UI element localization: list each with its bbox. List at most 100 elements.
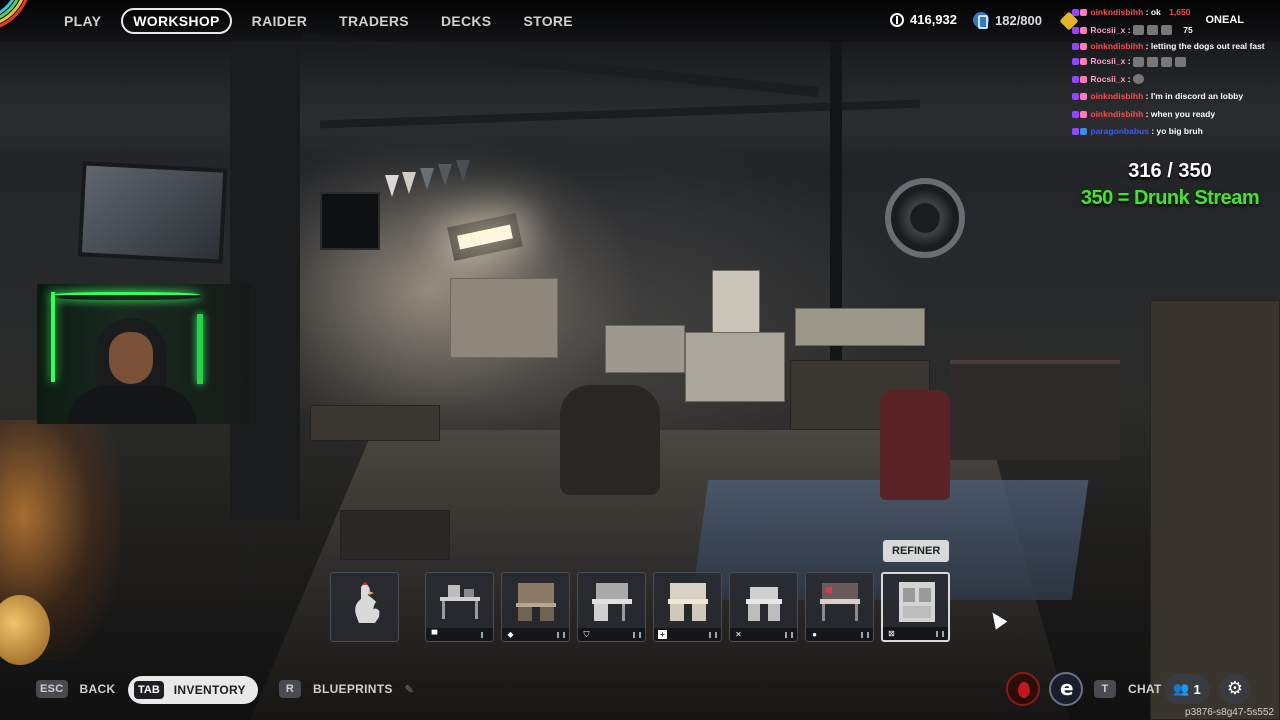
- workstation-slot-explosives-station[interactable]: ✕: [729, 572, 798, 642]
- emote-icon: [1160, 25, 1172, 36]
- settings-gear-icon[interactable]: ⚙: [1219, 674, 1251, 704]
- support-pillar: [230, 40, 300, 520]
- server-rack: [712, 270, 760, 338]
- workstation-slot-medical-lab[interactable]: +: [653, 572, 722, 642]
- shield-icon: ⛉: [583, 630, 590, 639]
- chat-hint[interactable]: T CHAT: [1094, 680, 1162, 698]
- chat-message: oinkndisbihh : letting the dogs out real…: [1072, 39, 1277, 53]
- speaker: [320, 192, 380, 250]
- pennant: [456, 160, 470, 182]
- back-shelf: [450, 278, 558, 358]
- brand-logo-icon[interactable]: [1049, 672, 1083, 706]
- chat-message: Rocsii_x :: [1072, 53, 1277, 71]
- coins-display: 416,932: [890, 12, 957, 27]
- webcam-feed: [37, 284, 251, 424]
- workstation-slot-gear-bench[interactable]: ⛉: [577, 572, 646, 642]
- blueprints-hint[interactable]: R BLUEPRINTS ✎: [279, 680, 414, 698]
- pennant: [438, 164, 452, 186]
- tab-key: TAB: [134, 681, 164, 699]
- workbench-image: [440, 585, 480, 619]
- mascot-icon[interactable]: [1006, 672, 1040, 706]
- friends-icon: 👥: [1173, 681, 1190, 696]
- chat-message: Rocsii_x : 75: [1072, 22, 1277, 40]
- workstation-slot-refiner[interactable]: ⊠: [881, 572, 950, 642]
- workstation-slot-gunsmith[interactable]: ◆: [501, 572, 570, 642]
- workstation-bar: ▀ ◆ ⛉ + ✕ ● ⊠: [330, 572, 950, 642]
- emote-icon: [1132, 56, 1144, 67]
- pennant: [420, 168, 434, 190]
- film-reel: [885, 178, 965, 258]
- nav-store[interactable]: STORE: [523, 8, 572, 34]
- goal-text: 350 = Drunk Stream: [1080, 187, 1260, 209]
- nav-workshop[interactable]: WORKSHOP: [121, 8, 232, 34]
- goal-count: 316 / 350: [1128, 160, 1212, 182]
- level-bars-icon: [785, 632, 793, 638]
- nav-traders[interactable]: TRADERS: [339, 8, 409, 34]
- ceiling-light: [447, 213, 523, 261]
- gunsmith-image: [516, 583, 556, 621]
- neon-light: [51, 292, 201, 300]
- credits-display: 182/800: [973, 12, 1042, 29]
- pennant: [402, 172, 416, 194]
- chat-message: oinkndisbihh : ok 1,650: [1072, 4, 1277, 22]
- level-bars-icon: [557, 632, 565, 638]
- cross-icon: ✕: [735, 630, 742, 639]
- gear-bench-image: [592, 583, 632, 621]
- plus-icon: +: [658, 630, 667, 639]
- inventory-label: INVENTORY: [173, 683, 246, 697]
- refiner-image: [899, 582, 935, 622]
- gun-icon: ◆: [507, 630, 514, 639]
- stream-chat: oinkndisbihh : ok 1,650 Rocsii_x : 75 oi…: [1072, 4, 1277, 141]
- emote-icon: [1160, 56, 1172, 67]
- level-bars-icon: [936, 631, 944, 637]
- back-label: BACK: [79, 682, 116, 696]
- r-key: R: [279, 680, 301, 698]
- coin-icon: [890, 12, 904, 27]
- emote-icon: [1174, 56, 1186, 67]
- esc-key: ESC: [36, 680, 68, 698]
- lab-desk: [605, 325, 685, 373]
- emote-icon: [1132, 25, 1144, 36]
- rooster-icon: [355, 582, 381, 623]
- chat-message: paragonbabus : yo big bruh: [1072, 123, 1277, 141]
- utility-station-image: [820, 583, 860, 621]
- workbench-icon: ▀: [431, 630, 438, 639]
- inventory-button[interactable]: TAB INVENTORY: [128, 676, 258, 704]
- nav-play[interactable]: PLAY: [64, 8, 101, 34]
- refiner-icon: ⊠: [888, 629, 895, 638]
- workstation-slot-workbench[interactable]: ▀: [425, 572, 494, 642]
- chat-message: oinkndisbihh : when you ready: [1072, 106, 1277, 124]
- level-bars-icon: [633, 632, 641, 638]
- session-id: p3876-s8g47-5s552: [1185, 707, 1274, 718]
- level-bars-icon: [481, 632, 489, 638]
- neon-light: [51, 292, 55, 382]
- nav-decks[interactable]: DECKS: [441, 8, 492, 34]
- streamer: [67, 318, 197, 424]
- office-chair: [880, 390, 950, 500]
- level-bars-icon: [709, 632, 717, 638]
- emote-icon: [1146, 25, 1158, 36]
- blueprint-icon: ✎: [404, 683, 415, 696]
- workstation-slot-utility-station[interactable]: ●: [805, 572, 874, 642]
- friends-button[interactable]: 👥 1: [1164, 674, 1210, 704]
- equipment-panel: [795, 308, 925, 346]
- friends-count: 1: [1193, 681, 1201, 697]
- chat-message: oinkndisbihh : I'm in discord an lobby: [1072, 88, 1277, 106]
- crate: [340, 510, 450, 560]
- emote-icon: [1132, 74, 1144, 85]
- credits-value: 182/800: [995, 12, 1042, 28]
- back-hint[interactable]: ESC BACK: [36, 680, 115, 698]
- pennant: [385, 175, 399, 197]
- coins-value: 416,932: [910, 12, 957, 27]
- blueprints-label: BLUEPRINTS: [313, 682, 393, 696]
- emote-icon: [1146, 56, 1158, 67]
- t-key: T: [1094, 680, 1116, 698]
- armchair: [560, 385, 660, 495]
- workstation-slot-rooster[interactable]: [330, 572, 399, 642]
- workstation-tooltip: REFINER: [883, 540, 950, 562]
- nav-raider[interactable]: RAIDER: [252, 8, 307, 34]
- neon-light: [197, 314, 203, 384]
- level-bars-icon: [861, 632, 869, 638]
- game-logo-icon: [0, 0, 28, 28]
- wall-screen: [77, 161, 228, 264]
